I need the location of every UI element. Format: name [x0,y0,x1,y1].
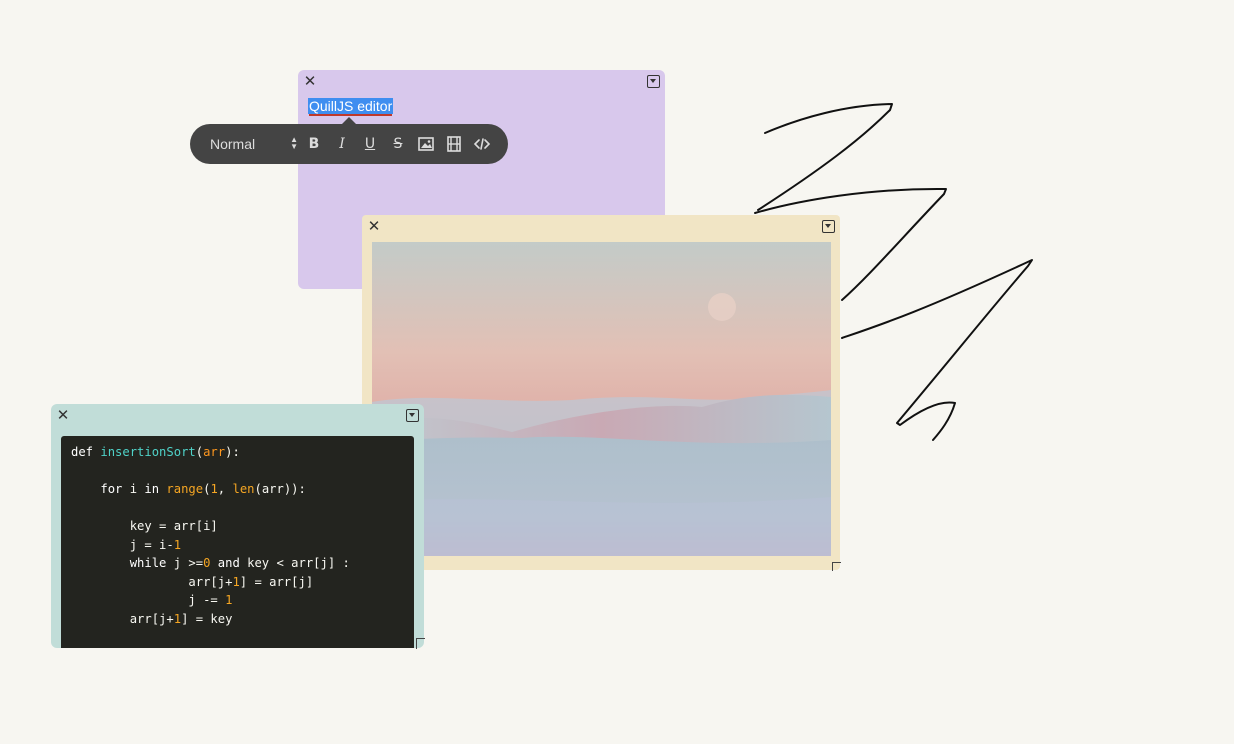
code-icon[interactable] [472,134,492,154]
desert-dunes-photo [372,242,831,556]
code-line: arr[j+1] = key [71,611,233,626]
code-line: j = i-1 [71,537,182,552]
code-line: def insertionSort(arr): [71,445,240,459]
close-icon[interactable]: ✕ [56,408,70,423]
code-card[interactable]: ✕ def insertionSort(arr): for i in range… [51,404,424,648]
code-editor[interactable]: def insertionSort(arr): for i in range(1… [61,436,414,648]
code-line: for i in range(1, len(arr)): [100,482,306,496]
format-select[interactable]: Normal ▲ ▼ [210,134,298,154]
editor-content[interactable]: QuillJS editor [308,98,394,116]
dropdown-icon[interactable] [406,409,419,422]
italic-icon[interactable]: I [332,134,352,154]
strikethrough-icon[interactable]: S [388,134,408,154]
select-arrows-icon: ▲ ▼ [290,135,298,151]
code-line: key = arr[i] [71,519,218,533]
resize-handle[interactable] [416,638,425,649]
underline-icon[interactable]: U [360,134,380,154]
dropdown-icon[interactable] [822,220,835,233]
image-icon[interactable] [416,134,436,154]
dropdown-icon[interactable] [647,75,660,88]
formatting-toolbar: Normal ▲ ▼ B I U S [190,117,508,164]
code-block: def insertionSort(arr): for i in range(1… [61,436,414,635]
code-line: arr[j+1] = arr[j] [71,574,314,589]
close-icon[interactable]: ✕ [303,74,317,89]
video-icon[interactable] [444,134,464,154]
resize-handle[interactable] [832,562,841,571]
code-line: while j >=0 and key < arr[j] : [129,556,350,570]
format-select-value: Normal [210,136,256,152]
code-line: j -= 1 [71,593,233,607]
image-card[interactable]: ✕ [362,215,840,570]
bold-icon[interactable]: B [304,134,324,154]
toolbar-pointer [342,117,356,124]
close-icon[interactable]: ✕ [367,219,381,234]
editor-selected-text: QuillJS editor [309,98,393,116]
